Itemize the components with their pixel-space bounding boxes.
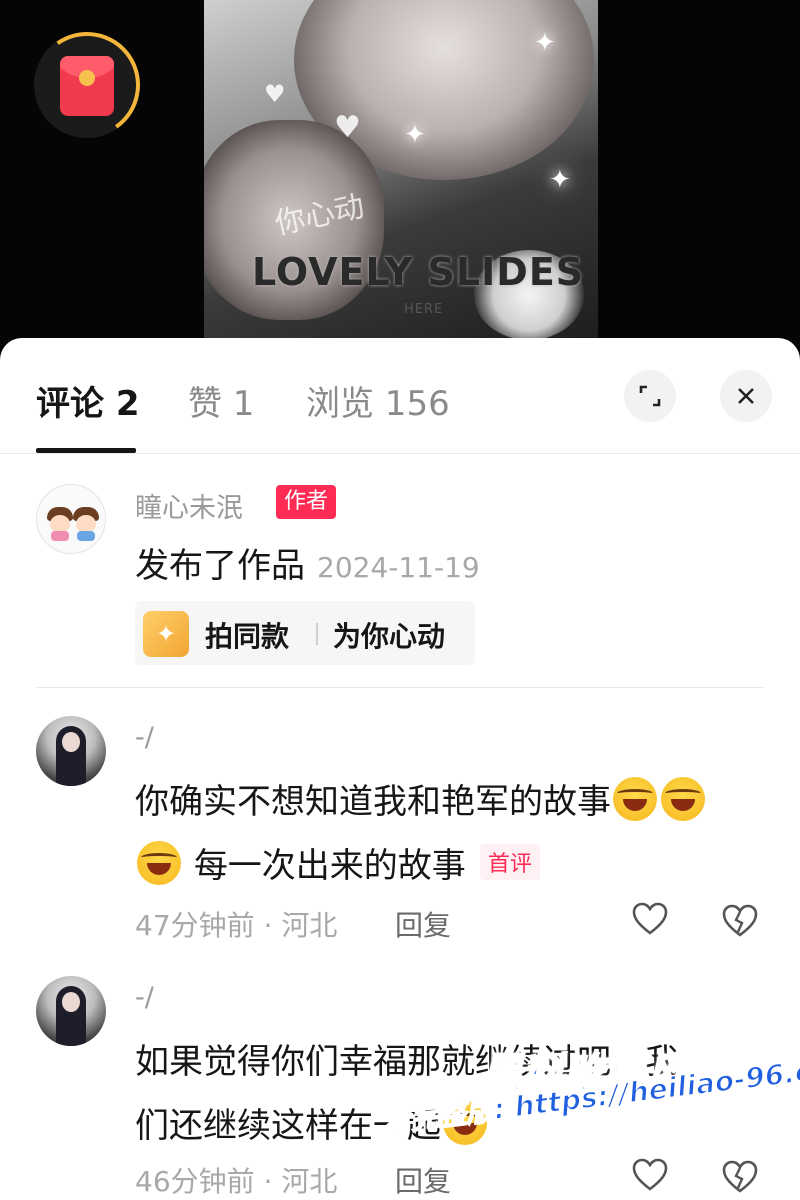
like-button[interactable] (632, 902, 668, 943)
comment-text-line[interactable]: 你确实不想知道我和艳军的故事 (135, 774, 707, 823)
sparkle-icon: ✦ (549, 165, 571, 195)
tab-comments[interactable]: 评论 2 (36, 376, 140, 425)
laughing-emoji-icon (613, 777, 657, 821)
comment-text-line[interactable]: 如果觉得你们幸福那就继续过吧，我 (135, 1034, 679, 1083)
red-packet-button[interactable] (25, 23, 149, 147)
sheet-tabs: 评论 2 赞 1 浏览 156 (0, 338, 800, 454)
comment-text-line[interactable]: 每一次出来的故事 首评 (135, 838, 540, 887)
video-area[interactable]: ✦ ✦ ✦ ♥ ♥ 你心动 LOVELY SLIDES HERE (0, 0, 800, 360)
active-tab-indicator (36, 448, 136, 453)
sparkle-icon: ✦ (534, 28, 556, 58)
comment-username[interactable]: -/ (135, 982, 154, 1013)
heart-outline-icon (632, 902, 668, 935)
same-style-button[interactable]: ✦ 拍同款 为你心动 (135, 601, 475, 665)
heart-icon: ♥ (334, 110, 361, 145)
comment-sheet: 评论 2 赞 1 浏览 156 瞳心未泯 作者 发布了作品 2024-11-19 … (0, 338, 800, 1200)
laughing-emoji-icon (661, 777, 705, 821)
divider (36, 687, 764, 688)
comment-meta: 47分钟前 · 河北 (135, 909, 338, 942)
tab-likes[interactable]: 赞 1 (188, 376, 254, 425)
video-overlay-title: LOVELY SLIDES (252, 250, 585, 294)
same-style-label: 拍同款 (205, 620, 290, 653)
comment-username[interactable]: -/ (135, 722, 154, 753)
first-comment-badge: 首评 (479, 844, 540, 880)
video-frame[interactable]: ✦ ✦ ✦ ♥ ♥ 你心动 LOVELY SLIDES HERE (204, 0, 598, 360)
heart-outline-icon (632, 1158, 668, 1191)
comment-text-line[interactable]: 们还继续这样在一起 (135, 1098, 489, 1147)
avatar[interactable] (36, 484, 106, 554)
broken-heart-icon (722, 1160, 758, 1193)
expand-icon (639, 385, 661, 407)
music-label[interactable]: 为你心动 (333, 615, 445, 655)
author-post-text: 发布了作品 2024-11-19 (135, 538, 480, 587)
broken-heart-icon (722, 904, 758, 937)
post-date: 2024-11-19 (317, 551, 480, 584)
author-badge: 作者 (276, 485, 337, 519)
laughing-emoji-icon (137, 841, 181, 885)
reply-button[interactable]: 回复 (395, 904, 451, 944)
expand-button[interactable] (624, 370, 676, 422)
red-envelope-icon (60, 56, 114, 116)
close-button[interactable] (720, 370, 772, 422)
heart-icon: ♥ (264, 80, 286, 108)
dislike-button[interactable] (722, 904, 758, 940)
reply-button[interactable]: 回复 (395, 1160, 451, 1200)
comment-text: 们还继续这样在一起 (135, 1106, 441, 1146)
video-overlay-subtitle: HERE (404, 302, 444, 317)
dislike-button[interactable] (722, 1160, 758, 1196)
like-button[interactable] (632, 1158, 668, 1199)
sparkle-icon: ✦ (143, 611, 189, 657)
avatar[interactable] (36, 976, 106, 1046)
close-icon (738, 388, 754, 404)
post-text: 发布了作品 (135, 546, 305, 586)
comment-meta: 46分钟前 · 河北 (135, 1165, 338, 1198)
separator (316, 623, 318, 645)
comment-text: 你确实不想知道我和艳军的故事 (135, 782, 611, 822)
sparkle-icon: ✦ (404, 120, 426, 150)
author-username[interactable]: 瞳心未泯 (135, 486, 243, 525)
tab-views[interactable]: 浏览 156 (306, 376, 450, 425)
emoji-icon (443, 1101, 487, 1145)
avatar[interactable] (36, 716, 106, 786)
comment-text: 每一次出来的故事 (193, 846, 466, 886)
